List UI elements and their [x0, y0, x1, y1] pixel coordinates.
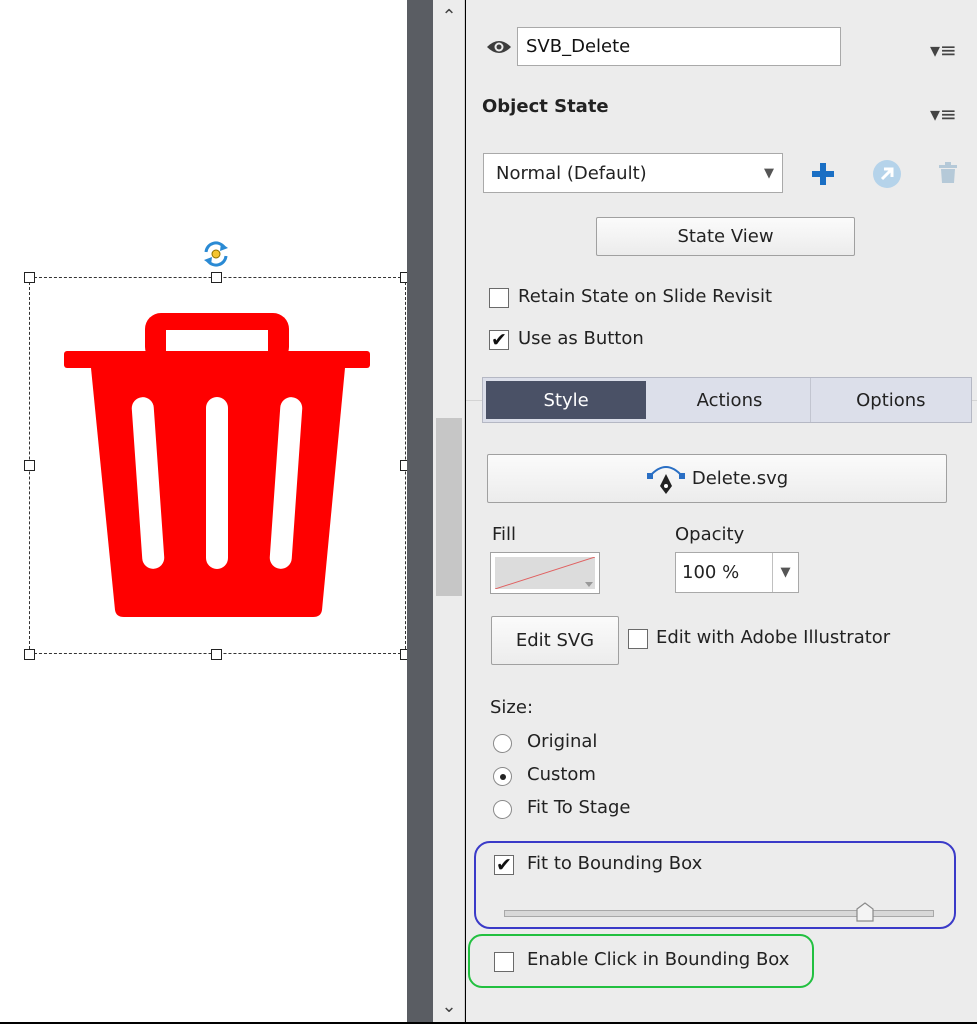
reset-icon[interactable] [871, 158, 903, 195]
resize-handle-bottom-left[interactable] [24, 649, 35, 660]
rotate-handle-icon[interactable] [200, 238, 232, 270]
scroll-thumb[interactable] [436, 418, 462, 596]
style-tabs: Style Actions Options [482, 377, 972, 423]
size-original-label: Original [527, 731, 598, 752]
edit-illustrator-checkbox[interactable] [628, 629, 648, 649]
object-name-input[interactable] [517, 27, 841, 66]
scroll-down-icon[interactable]: ⌄ [433, 996, 465, 1017]
fit-bbox-checkbox[interactable]: ✔ [494, 855, 514, 875]
properties-scrollbar[interactable]: ⌃ ⌄ [433, 0, 465, 1022]
state-select[interactable]: Normal (Default) ▼ [483, 153, 783, 193]
chevron-down-icon: ▼ [764, 165, 774, 181]
enable-click-checkbox[interactable] [494, 952, 514, 972]
tab-options[interactable]: Options [810, 378, 971, 422]
size-custom-radio[interactable] [493, 767, 512, 786]
opacity-value: 100 % [682, 562, 740, 583]
opacity-dropdown-icon[interactable]: ▼ [772, 553, 798, 592]
tab-style[interactable]: Style [483, 378, 650, 422]
size-custom-label: Custom [527, 764, 596, 785]
panel-menu-icon[interactable]: ▾≡ [930, 40, 957, 60]
scroll-up-icon[interactable]: ⌃ [433, 6, 465, 27]
svg-file-label: Delete.svg [691, 468, 789, 489]
resize-handle-top[interactable] [211, 272, 222, 283]
size-fit-stage-radio[interactable] [493, 800, 512, 819]
edit-svg-button[interactable]: Edit SVG [491, 616, 619, 665]
state-menu-icon[interactable]: ▾≡ [930, 104, 957, 124]
edit-illustrator-label: Edit with Adobe Illustrator [656, 627, 891, 648]
fit-bbox-label: Fit to Bounding Box [527, 853, 703, 874]
opacity-input[interactable]: 100 % ▼ [675, 552, 799, 593]
selection-bounding-box[interactable] [29, 277, 406, 654]
opacity-label: Opacity [675, 524, 745, 545]
retain-state-label: Retain State on Slide Revisit [518, 286, 773, 307]
trash-icon[interactable] [938, 162, 958, 189]
eye-icon[interactable] [486, 38, 512, 61]
trash-can-icon[interactable] [29, 277, 406, 654]
use-as-button-label: Use as Button [518, 328, 644, 349]
fill-label: Fill [492, 524, 517, 545]
enable-click-label: Enable Click in Bounding Box [527, 949, 790, 970]
resize-handle-top-left[interactable] [24, 272, 35, 283]
size-original-radio[interactable] [493, 734, 512, 753]
panel-divider[interactable] [407, 0, 433, 1022]
object-state-title: Object State [482, 96, 609, 117]
fill-color-swatch[interactable] [490, 552, 600, 594]
size-fit-stage-label: Fit To Stage [527, 797, 631, 818]
pen-tool-icon [646, 462, 686, 496]
bbox-slider-thumb[interactable] [855, 902, 875, 927]
resize-handle-left[interactable] [24, 460, 35, 471]
state-view-button[interactable]: State View [596, 217, 855, 256]
stage-canvas[interactable] [0, 0, 411, 1022]
state-select-value: Normal (Default) [496, 162, 647, 184]
size-label: Size: [490, 697, 534, 718]
resize-handle-bottom[interactable] [211, 649, 222, 660]
tab-actions[interactable]: Actions [649, 378, 811, 422]
plus-icon[interactable] [811, 162, 835, 191]
retain-state-checkbox[interactable] [489, 288, 509, 308]
svg-file-button[interactable]: Delete.svg [487, 454, 947, 503]
use-as-button-checkbox[interactable]: ✔ [489, 330, 509, 350]
properties-panel: ▾≡ Object State ▾≡ Normal (Default) ▼ St… [466, 0, 977, 1022]
